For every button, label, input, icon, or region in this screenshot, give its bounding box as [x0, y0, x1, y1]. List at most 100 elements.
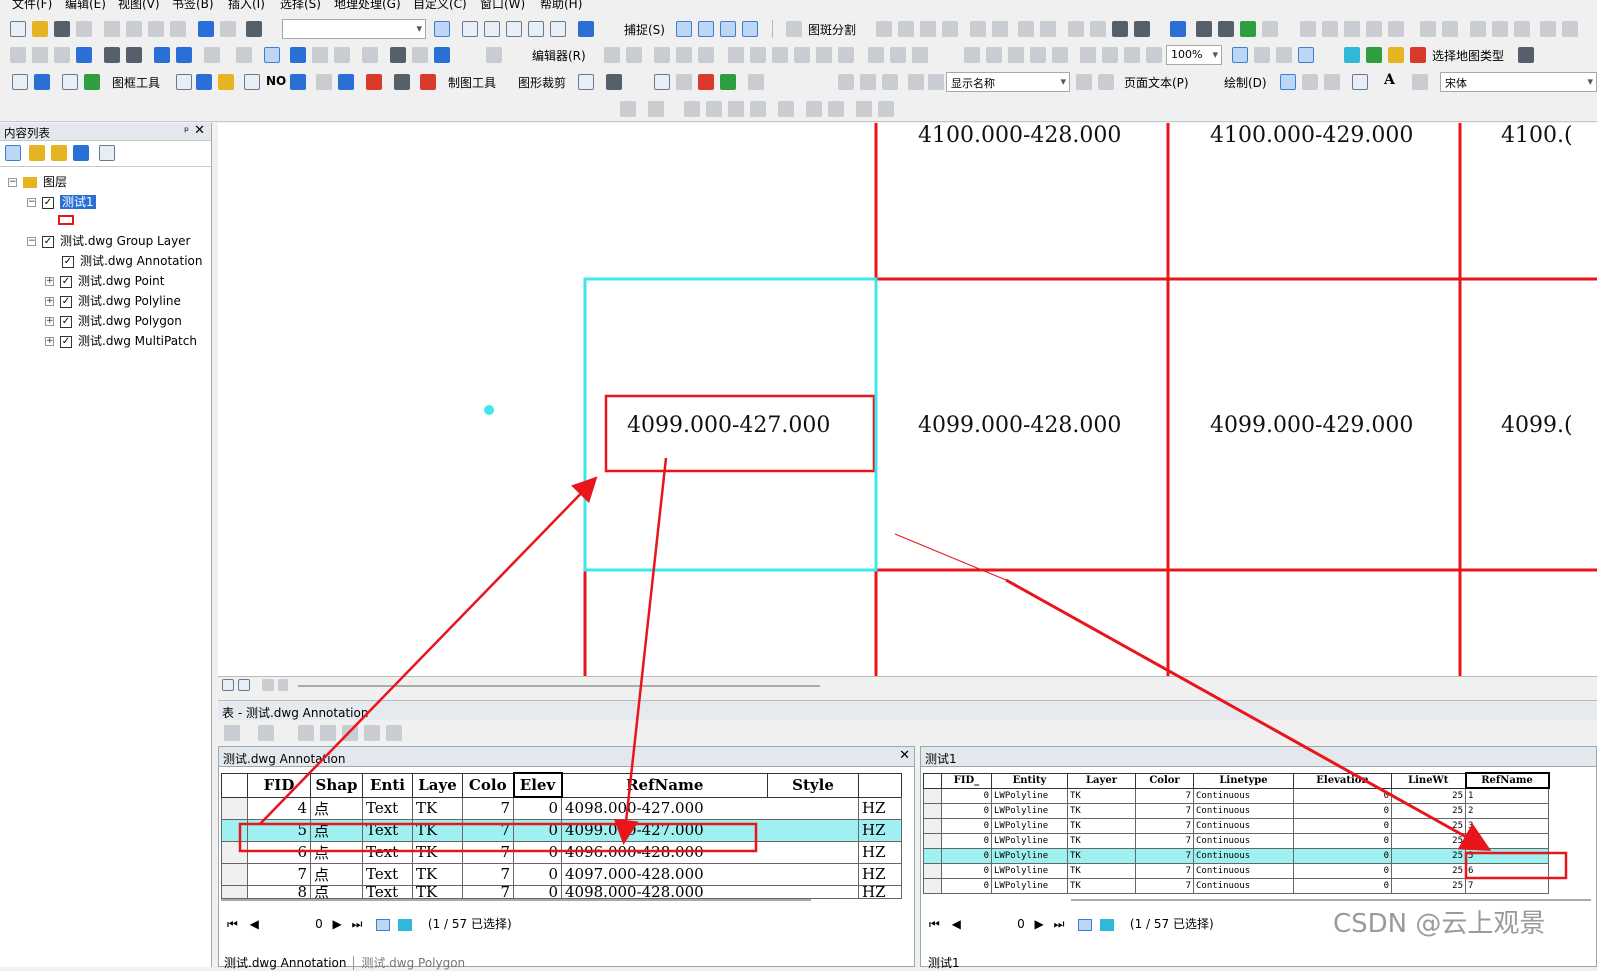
cell[interactable]: 1 — [1465, 787, 1549, 804]
table-icon[interactable] — [462, 21, 478, 37]
row-selector[interactable] — [221, 840, 248, 864]
table-row[interactable]: 8 点 Text TK 7 0 4098.000-428.000 HZ 4098 — [221, 884, 902, 899]
tool-icon[interactable] — [1124, 47, 1140, 63]
visibility-checkbox[interactable]: ✓ — [62, 255, 74, 268]
tool-icon[interactable] — [1344, 21, 1360, 37]
cell[interactable]: Text — [362, 840, 413, 864]
cell[interactable]: 0 — [1293, 862, 1392, 879]
cell[interactable]: 0 — [513, 884, 562, 899]
zoom-element-icon[interactable] — [1324, 74, 1340, 90]
column-header[interactable]: Shap — [310, 772, 363, 798]
menu-view[interactable]: 视图(V) — [118, 0, 160, 12]
measure-icon[interactable] — [362, 47, 378, 63]
frame-tools-menu[interactable]: 图框工具 — [112, 74, 160, 91]
tab-test1[interactable]: 测试1 — [928, 956, 960, 970]
cell[interactable]: 0 — [941, 877, 992, 894]
cell[interactable]: 0 — [941, 862, 992, 879]
edit-tool-icon[interactable] — [942, 21, 958, 37]
edit-tool-icon[interactable] — [920, 21, 936, 37]
cell[interactable]: 7 — [1135, 877, 1194, 894]
cell[interactable]: 3 — [1465, 817, 1549, 834]
frame-settings-icon[interactable] — [84, 74, 100, 90]
display-name-combo[interactable]: 显示名称 — [946, 72, 1070, 92]
tool-icon[interactable] — [1030, 47, 1046, 63]
font-combo[interactable]: 宋体 — [1440, 72, 1597, 92]
tool-icon[interactable] — [728, 101, 744, 117]
drawing-tools-menu[interactable]: 制图工具 — [448, 74, 496, 91]
last-record-icon[interactable]: ⏭ — [352, 917, 363, 931]
tool-icon[interactable] — [1262, 21, 1278, 37]
paste-icon[interactable] — [148, 21, 164, 37]
layer-label[interactable]: 测试.dwg Annotation — [80, 254, 203, 268]
list-by-drawing-order-icon[interactable] — [5, 145, 21, 161]
table-row[interactable]: 4 点 Text TK 7 0 4098.000-427.000 HZ 4098 — [221, 796, 902, 820]
cell[interactable]: TK — [412, 840, 463, 864]
cell[interactable]: HZ — [858, 884, 902, 899]
cell[interactable]: TK — [1067, 862, 1136, 879]
back-icon[interactable] — [154, 47, 170, 63]
row-selector[interactable] — [923, 817, 942, 834]
attributes-icon[interactable] — [868, 47, 884, 63]
tab-annotation[interactable]: 测试.dwg Annotation — [224, 956, 354, 970]
add-data-icon[interactable] — [246, 21, 262, 37]
cell[interactable]: 0 — [941, 847, 992, 864]
tool-icon[interactable] — [860, 74, 876, 90]
layer-label[interactable]: 测试.dwg Point — [78, 274, 164, 288]
tool-icon[interactable] — [1102, 47, 1118, 63]
expand-icon[interactable]: + — [45, 337, 54, 346]
cell[interactable]: LWPolyline — [991, 832, 1068, 849]
cell[interactable]: 0 — [941, 832, 992, 849]
layer-label[interactable]: 测试1 — [60, 195, 96, 209]
capture-menu[interactable]: 捕捉(S) — [624, 21, 665, 38]
column-header[interactable]: FID_ — [941, 772, 992, 789]
cell[interactable]: 25 — [1391, 787, 1466, 804]
cut-icon[interactable] — [104, 21, 120, 37]
computer-icon[interactable] — [196, 74, 212, 90]
selected-point[interactable] — [484, 405, 494, 415]
tool-icon[interactable] — [828, 101, 844, 117]
column-header[interactable]: LineWt — [1391, 772, 1466, 789]
cell[interactable]: 4 — [247, 796, 311, 820]
last-record-icon[interactable]: ⏭ — [1054, 917, 1065, 931]
target-icon[interactable] — [1518, 47, 1534, 63]
cell[interactable]: Text — [362, 796, 413, 820]
cell[interactable]: 4096.000-428.000 — [561, 840, 859, 864]
rotate-element-icon[interactable] — [1302, 74, 1318, 90]
visibility-checkbox[interactable]: ✓ — [60, 335, 72, 348]
first-page-icon[interactable] — [908, 74, 924, 90]
cell[interactable]: 8 — [247, 884, 311, 899]
snap-point-icon[interactable] — [676, 21, 692, 37]
split-icon[interactable] — [786, 21, 802, 37]
table-row[interactable]: 6 点 Text TK 7 0 4096.000-428.000 HZ 4096 — [221, 840, 902, 864]
tool-icon[interactable] — [1562, 21, 1578, 37]
cell[interactable]: 7 — [247, 862, 311, 886]
cell[interactable]: TK — [1067, 802, 1136, 819]
test1-attribute-table[interactable]: FID_ Entity Layer Color Linetype Elevati… — [923, 772, 1550, 894]
copy-icon[interactable] — [126, 21, 142, 37]
straight-segment-icon[interactable] — [654, 47, 670, 63]
tool-icon[interactable] — [1146, 47, 1162, 63]
cell[interactable]: Text — [362, 818, 413, 842]
edit-tool-icon[interactable] — [992, 21, 1008, 37]
tool-icon[interactable] — [1240, 21, 1256, 37]
hyperlink-icon[interactable] — [312, 47, 328, 63]
expand-icon[interactable]: + — [45, 277, 54, 286]
cell[interactable]: LWPolyline — [991, 862, 1068, 879]
grid-frame-icon[interactable] — [62, 74, 78, 90]
edit-vertices-icon[interactable] — [750, 47, 766, 63]
find-icon[interactable] — [390, 47, 406, 63]
html-popup-icon[interactable] — [334, 47, 350, 63]
rotate-icon[interactable] — [838, 47, 854, 63]
tool-icon[interactable] — [1196, 21, 1212, 37]
row-selector[interactable] — [221, 796, 248, 820]
editor-toolbar-icon[interactable] — [434, 21, 450, 37]
cell[interactable]: 7 — [1465, 877, 1549, 894]
related-tables-icon[interactable] — [258, 725, 274, 741]
draw-menu[interactable]: 绘制(D) — [1224, 74, 1267, 91]
cell[interactable]: 25 — [1391, 847, 1466, 864]
scale-combo[interactable] — [282, 19, 426, 39]
rectangle-icon[interactable] — [244, 74, 260, 90]
expand-icon[interactable]: + — [45, 297, 54, 306]
redo-icon[interactable] — [220, 21, 236, 37]
layout-tool-icon[interactable] — [1276, 47, 1292, 63]
